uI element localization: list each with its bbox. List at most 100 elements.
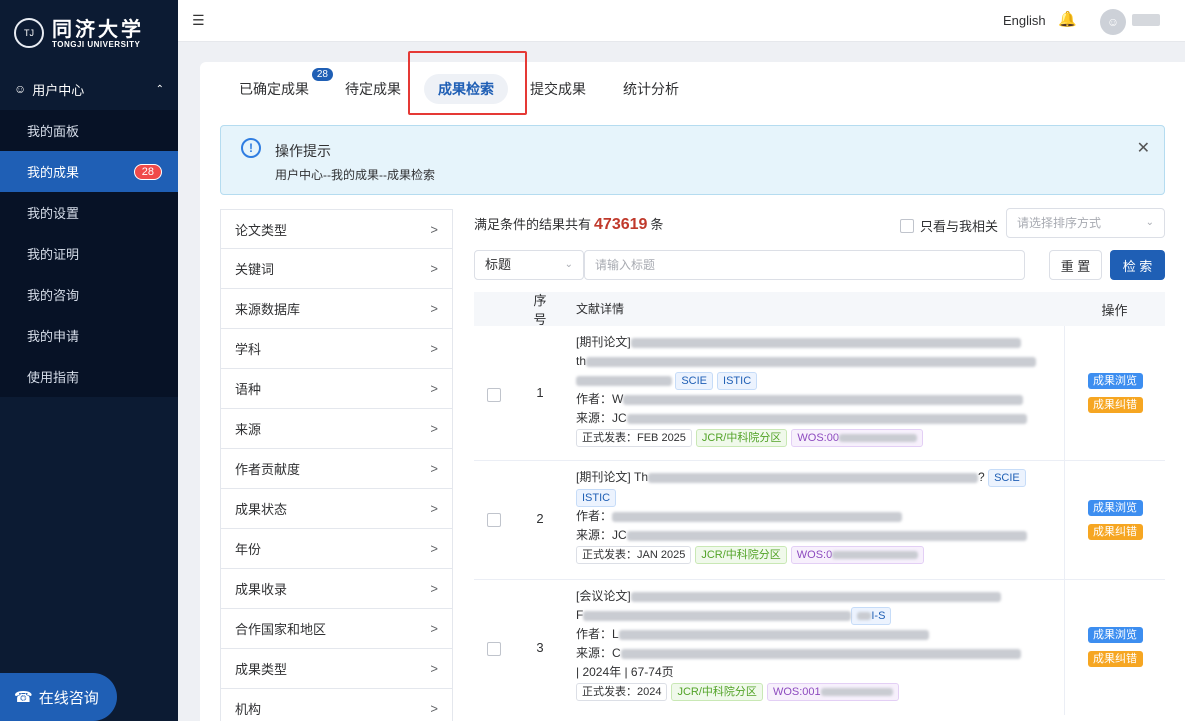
report-error-button[interactable]: 成果纠错 [1087,397,1143,413]
title-blurred[interactable] [576,375,672,386]
search-button[interactable]: 检 索 [1110,250,1165,280]
bell-icon[interactable]: 🔔 [1058,10,1077,28]
source-label: 来源： [576,411,613,425]
title-blurred[interactable] [583,610,852,621]
row-checkbox[interactable] [487,388,501,402]
only-mine-checkbox[interactable] [900,218,914,233]
paper-type[interactable]: [期刊论文] [576,470,631,484]
filter-language[interactable]: 语种 > [220,369,453,409]
university-seal-icon: TJ [14,18,44,48]
filter-label: 年份 [235,542,262,557]
report-error-button[interactable]: 成果纠错 [1087,651,1143,667]
filter-achievement-type[interactable]: 成果类型 > [220,649,453,689]
sidebar-item-settings[interactable]: 我的设置 [0,192,178,233]
language-switch[interactable]: English [1003,13,1046,28]
sidebar-item-consultations[interactable]: 我的咨询 [0,274,178,315]
search-field-select[interactable]: 标题 ⌄ [474,250,584,280]
tab-pending[interactable]: 待定成果 [345,74,401,104]
view-achievement-button[interactable]: 成果浏览 [1087,627,1143,643]
source-blurred[interactable] [626,413,1027,424]
online-consult-button[interactable]: ☎ 在线咨询 [0,673,117,721]
filter-paper-type[interactable]: 论文类型 > [220,209,453,249]
sidebar-item-label: 我的成果 [27,165,80,180]
title-blurred[interactable] [586,356,1037,367]
filter-source[interactable]: 来源 > [220,409,453,449]
wos-id-blurred [820,687,893,696]
source-blurred[interactable] [620,648,1021,659]
online-consult-label: 在线咨询 [38,689,99,707]
author-label: 作者： [576,392,613,406]
publish-date-tag: 正式发表：JAN 2025 [576,545,692,564]
row-ops: 成果浏览 成果纠错 [1064,580,1165,715]
filter-label: 成果收录 [235,582,288,597]
row-checkbox[interactable] [487,513,501,527]
only-mine-label: 只看与我相关 [920,219,999,234]
tab-submit[interactable]: 提交成果 [530,74,586,104]
filter-country[interactable]: 合作国家和地区 > [220,609,453,649]
filter-indexed[interactable]: 成果收录 > [220,569,453,609]
author-start: W [612,392,624,406]
jcr-tag[interactable]: JCR/中科院分区 [695,428,788,447]
chevron-right-icon: > [430,421,438,436]
filter-label: 来源 [235,422,262,437]
menu-collapse-icon[interactable]: ☰ [192,12,205,29]
tab-statistics[interactable]: 统计分析 [623,74,679,104]
wos-prefix: WOS:001 [772,685,821,698]
chevron-right-icon: > [430,341,438,356]
filter-source-db[interactable]: 来源数据库 > [220,289,453,329]
title-blurred[interactable] [630,591,1001,602]
tab-confirmed[interactable]: 已确定成果 28 [239,68,333,104]
view-achievement-button[interactable]: 成果浏览 [1087,500,1143,516]
avatar[interactable]: ☺ [1100,9,1126,35]
sidebar-item-certificates[interactable]: 我的证明 [0,233,178,274]
university-logo[interactable]: TJ 同济大学 TONGJI UNIVERSITY [0,0,178,66]
title-blurred[interactable] [630,337,1021,348]
author-label: 作者： [576,509,613,523]
chevron-right-icon: > [430,621,438,636]
source-blurred[interactable] [626,530,1027,541]
achievements-count-badge: 28 [133,163,162,180]
jcr-tag[interactable]: JCR/中科院分区 [695,545,787,564]
filter-year[interactable]: 年份 > [220,529,453,569]
sidebar-item-label: 我的申请 [27,329,80,344]
chevron-right-icon: > [430,261,438,276]
only-mine-filter[interactable]: 只看与我相关 [900,216,998,235]
filter-status[interactable]: 成果状态 > [220,489,453,529]
sidebar-item-guide[interactable]: 使用指南 [0,356,178,397]
filter-subject[interactable]: 学科 > [220,329,453,369]
row-ops: 成果浏览 成果纠错 [1064,326,1165,461]
filter-institution[interactable]: 机构 > [220,689,453,721]
search-input[interactable] [584,250,1025,280]
title-end: ? [978,470,985,484]
university-name-en: TONGJI UNIVERSITY [52,39,141,49]
row-checkbox[interactable] [487,642,501,656]
author-start: L [612,627,619,641]
sidebar-item-applications[interactable]: 我的申请 [0,315,178,356]
title-line2-start: F [576,608,584,622]
jcr-tag[interactable]: JCR/中科院分区 [671,682,763,701]
filter-label: 作者贡献度 [235,462,301,477]
sidebar-group-user-center[interactable]: ☺ 用户中心 ⌃ [0,68,178,110]
close-icon[interactable]: ✕ [1137,138,1150,158]
tab-label: 待定成果 [345,81,401,97]
view-achievement-button[interactable]: 成果浏览 [1087,373,1143,389]
filter-keyword[interactable]: 关键词 > [220,249,453,289]
wos-prefix: WOS:0 [796,548,833,561]
chevron-right-icon: > [430,301,438,316]
paper-type[interactable]: [会议论文] [576,589,631,603]
paper-type[interactable]: [期刊论文] [576,335,631,349]
filter-author-contribution[interactable]: 作者贡献度 > [220,449,453,489]
sort-select[interactable]: 请选择排序方式 ⌄ [1006,208,1165,238]
sidebar-item-dashboard[interactable]: 我的面板 [0,110,178,151]
report-error-button[interactable]: 成果纠错 [1087,524,1143,540]
top-bar: ☰ English 🔔 ☺ [178,0,1185,42]
sidebar-item-my-achievements[interactable]: 我的成果 28 [0,151,178,192]
chevron-down-icon: ⌄ [564,259,573,270]
row-number: 3 [536,640,544,655]
info-icon: ! [241,138,261,158]
tab-label: 已确定成果 [239,81,309,97]
title-blurred[interactable] [648,472,979,483]
username-blurred[interactable] [1132,14,1160,26]
reset-button[interactable]: 重 置 [1049,250,1102,280]
title-line2-start: th [576,354,587,368]
